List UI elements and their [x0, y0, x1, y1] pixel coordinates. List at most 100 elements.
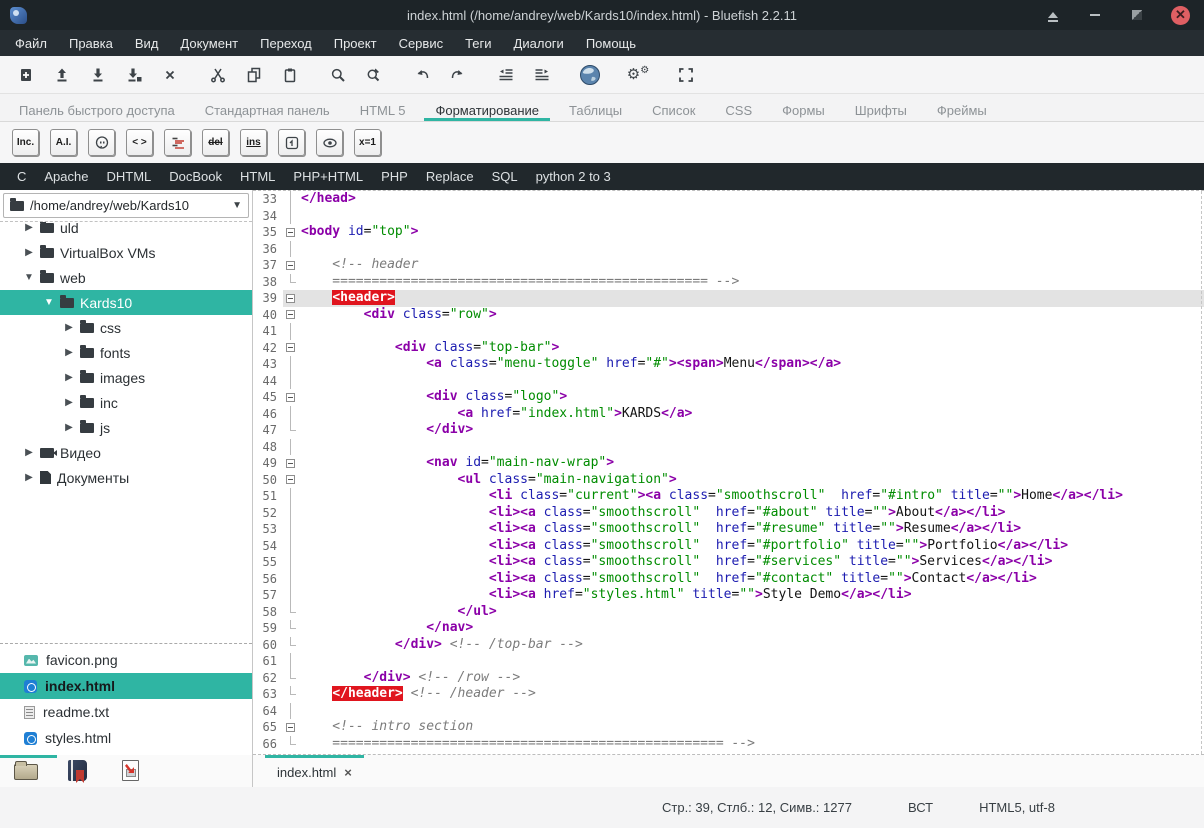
fold-marker[interactable] — [283, 505, 301, 522]
code-editor[interactable]: 33</head>3435<body id="top">3637 <!-- he… — [253, 190, 1204, 755]
minimize-button[interactable] — [1087, 7, 1103, 23]
chevron-right-icon[interactable]: ▶ — [24, 247, 34, 258]
bookmarks-panel-button[interactable] — [68, 760, 92, 782]
language-apache[interactable]: Apache — [35, 165, 97, 188]
menu-edit[interactable]: Правка — [58, 32, 124, 55]
tab-quick-access[interactable]: Панель быстрого доступа — [4, 94, 190, 121]
fold-marker[interactable] — [283, 472, 301, 489]
tree-item-js[interactable]: ▶js — [0, 415, 252, 440]
fold-marker[interactable] — [283, 373, 301, 390]
fold-marker[interactable] — [283, 307, 301, 324]
file-item-index-html[interactable]: index.html — [0, 673, 252, 699]
fold-marker[interactable] — [283, 587, 301, 604]
fold-marker[interactable] — [283, 488, 301, 505]
language-replace[interactable]: Replace — [417, 165, 483, 188]
menu-go[interactable]: Переход — [249, 32, 323, 55]
chevron-down-icon[interactable]: ▼ — [44, 297, 54, 308]
fold-marker[interactable] — [283, 406, 301, 423]
tab-html5[interactable]: HTML 5 — [345, 94, 421, 121]
shade-button[interactable] — [1045, 7, 1061, 23]
close-button[interactable]: ✕ — [1171, 6, 1190, 25]
tab-css[interactable]: CSS — [710, 94, 767, 121]
redo-button[interactable] — [440, 60, 476, 90]
chevron-right-icon[interactable]: ▶ — [24, 472, 34, 483]
tree-item-kards10[interactable]: ▼Kards10 — [0, 290, 252, 315]
menu-help[interactable]: Помощь — [575, 32, 647, 55]
file-browser-panel-button[interactable] — [14, 760, 38, 782]
tree-item-inc[interactable]: ▶inc — [0, 390, 252, 415]
code-button[interactable]: < > — [126, 129, 153, 156]
fold-marker[interactable] — [283, 653, 301, 670]
chevron-right-icon[interactable]: ▶ — [24, 447, 34, 458]
fold-marker[interactable] — [283, 257, 301, 274]
copy-button[interactable] — [236, 60, 272, 90]
open-button[interactable] — [44, 60, 80, 90]
menu-view[interactable]: Вид — [124, 32, 170, 55]
fold-marker[interactable] — [283, 554, 301, 571]
menu-tags[interactable]: Теги — [454, 32, 502, 55]
tree-item-web[interactable]: ▼web — [0, 265, 252, 290]
tab-standard[interactable]: Стандартная панель — [190, 94, 345, 121]
tab-fonts[interactable]: Шрифты — [840, 94, 922, 121]
tree-item-uld[interactable]: ▶uld — [0, 221, 252, 240]
chevron-right-icon[interactable]: ▶ — [64, 372, 74, 383]
acronym-button[interactable]: A.I. — [50, 129, 77, 156]
fold-marker[interactable] — [283, 191, 301, 208]
menu-document[interactable]: Документ — [169, 32, 249, 55]
save-as-button[interactable] — [116, 60, 152, 90]
fold-marker[interactable] — [283, 719, 301, 736]
fold-marker[interactable] — [283, 521, 301, 538]
tab-tables[interactable]: Таблицы — [554, 94, 637, 121]
language-php-html[interactable]: PHP+HTML — [284, 165, 372, 188]
keyboard-button[interactable] — [278, 129, 305, 156]
fold-marker[interactable] — [283, 323, 301, 340]
tree-item-virtualbox-vms[interactable]: ▶VirtualBox VMs — [0, 240, 252, 265]
fold-marker[interactable] — [283, 455, 301, 472]
file-item-favicon-png[interactable]: favicon.png — [0, 647, 252, 673]
preview-in-browser-button[interactable] — [572, 60, 608, 90]
undo-button[interactable] — [404, 60, 440, 90]
chevron-right-icon[interactable]: ▶ — [64, 347, 74, 358]
tree-item-fonts[interactable]: ▶fonts — [0, 340, 252, 365]
find-button[interactable] — [320, 60, 356, 90]
fold-marker[interactable] — [283, 422, 301, 439]
file-item-readme-txt[interactable]: readme.txt — [0, 699, 252, 725]
citation-button[interactable] — [88, 129, 115, 156]
chevron-down-icon[interactable]: ▼ — [24, 272, 34, 283]
cut-button[interactable] — [200, 60, 236, 90]
maximize-button[interactable] — [1129, 7, 1145, 23]
language-python-2-to-3[interactable]: python 2 to 3 — [527, 165, 620, 188]
new-file-button[interactable] — [8, 60, 44, 90]
menu-tools[interactable]: Сервис — [388, 32, 455, 55]
tree-item-видео[interactable]: ▶Видео — [0, 440, 252, 465]
fold-marker[interactable] — [283, 274, 301, 291]
tab-formatting[interactable]: Форматирование — [420, 94, 554, 121]
indent-button[interactable] — [524, 60, 560, 90]
find-replace-button[interactable] — [356, 60, 392, 90]
file-item-styles-html[interactable]: styles.html — [0, 725, 252, 751]
delete-button[interactable]: del — [202, 129, 229, 156]
fold-marker[interactable] — [283, 389, 301, 406]
fold-marker[interactable] — [283, 686, 301, 703]
insert-button[interactable]: ins — [240, 129, 267, 156]
preferences-button[interactable]: ⚙⚙ — [620, 60, 656, 90]
tree-item-images[interactable]: ▶images — [0, 365, 252, 390]
tab-forms[interactable]: Формы — [767, 94, 840, 121]
fold-marker[interactable] — [283, 538, 301, 555]
document-tab-close-icon[interactable]: × — [344, 765, 352, 780]
fold-marker[interactable] — [283, 208, 301, 225]
fold-marker[interactable] — [283, 571, 301, 588]
tree-item-документы[interactable]: ▶Документы — [0, 465, 252, 490]
abbreviation-button[interactable]: Inc. — [12, 129, 39, 156]
tab-list[interactable]: Список — [637, 94, 710, 121]
language-sql[interactable]: SQL — [483, 165, 527, 188]
chevron-right-icon[interactable]: ▶ — [24, 222, 34, 233]
language-html[interactable]: HTML — [231, 165, 284, 188]
fold-marker[interactable] — [283, 604, 301, 621]
document-tab[interactable]: index.html × — [265, 755, 364, 787]
chevron-right-icon[interactable]: ▶ — [64, 322, 74, 333]
variable-button[interactable]: x=1 — [354, 129, 381, 156]
fold-marker[interactable] — [283, 340, 301, 357]
fold-marker[interactable] — [283, 290, 301, 307]
tree-item-css[interactable]: ▶css — [0, 315, 252, 340]
